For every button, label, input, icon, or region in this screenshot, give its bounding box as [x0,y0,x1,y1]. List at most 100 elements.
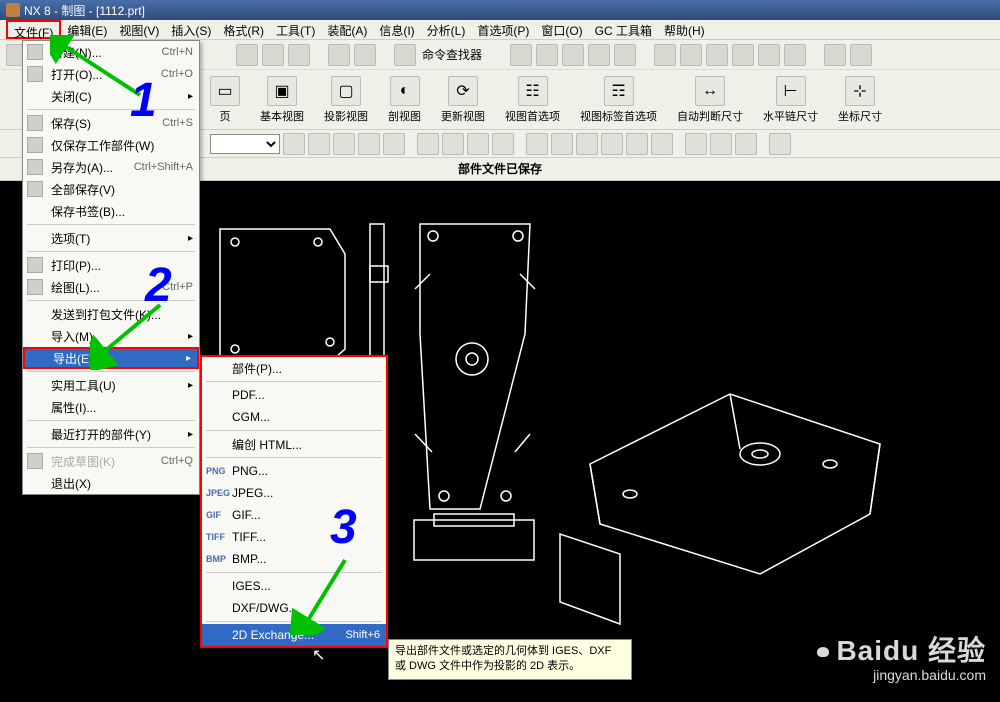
tb-sm-icon[interactable] [685,133,707,155]
file-menu-item[interactable]: 全部保存(V) [23,178,199,200]
file-menu-item[interactable]: 最近打开的部件(Y)▸ [23,423,199,445]
file-menu-item[interactable]: 新建(N)...Ctrl+N [23,41,199,63]
tb-icon[interactable] [262,44,284,66]
tb-sm-icon[interactable] [333,133,355,155]
tb-sm-icon[interactable] [601,133,623,155]
menu-4[interactable]: 格式(R) [217,20,270,39]
tb-save-icon[interactable] [510,44,532,66]
tb-icon[interactable] [236,44,258,66]
menu-5[interactable]: 工具(T) [270,20,321,39]
ribbon-item[interactable]: ⟳更新视图 [441,76,485,124]
menu-10[interactable]: 窗口(O) [535,20,588,39]
menu-shortcut: Ctrl+Q [161,455,193,467]
file-menu-item[interactable]: 打印(P)... [23,254,199,276]
file-menu-item[interactable]: 属性(I)... [23,396,199,418]
tb-sm-icon[interactable] [383,133,405,155]
export-submenu-item[interactable]: CGM... [202,406,386,428]
ribbon-item[interactable]: ▭页 [210,76,240,124]
tb-sm-icon[interactable] [551,133,573,155]
menu-3[interactable]: 插入(S) [165,20,217,39]
tb-sm-icon[interactable] [467,133,489,155]
file-menu-item[interactable]: 绘图(L)...Ctrl+P [23,276,199,298]
tb-sm-icon[interactable] [526,133,548,155]
tb-sm-icon[interactable] [710,133,732,155]
tb-icon[interactable] [706,44,728,66]
tb-icon[interactable] [654,44,676,66]
ribbon-label: 页 [220,108,231,124]
menu-6[interactable]: 装配(A) [321,20,373,39]
file-menu-item[interactable]: 仅保存工作部件(W) [23,134,199,156]
file-menu-item[interactable]: 保存(S)Ctrl+S [23,112,199,134]
menu-0[interactable]: 文件(F) [6,20,61,39]
menu-9[interactable]: 首选项(P) [471,20,535,39]
tb-sm-icon[interactable] [735,133,757,155]
tb-sm-icon[interactable] [576,133,598,155]
menu-2[interactable]: 视图(V) [113,20,165,39]
tb-sm-icon[interactable] [769,133,791,155]
export-submenu-item[interactable]: JPEGJPEG... [202,482,386,504]
export-submenu-item[interactable]: 编创 HTML... [202,433,386,455]
menu-1[interactable]: 编辑(E) [61,20,113,39]
tb-icon[interactable] [562,44,584,66]
title-bar: NX 8 - 制图 - [1112.prt] [0,0,1000,20]
tb-icon[interactable] [288,44,310,66]
tb-sm-icon[interactable] [442,133,464,155]
tb-sm-icon[interactable] [358,133,380,155]
menu-8[interactable]: 分析(L) [421,20,472,39]
ribbon-item[interactable]: ↔自动判断尺寸 [677,76,743,124]
export-submenu-item[interactable]: TIFFTIFF... [202,526,386,548]
tb-icon[interactable] [536,44,558,66]
ribbon-item[interactable]: ⊢水平链尺寸 [763,76,818,124]
ribbon-item[interactable]: ☷视图首选项 [505,76,560,124]
submenu-arrow-icon: ▸ [188,91,193,102]
export-submenu-item[interactable]: 部件(P)... [202,357,386,379]
export-submenu-item[interactable]: 2D Exchange...Shift+6 [202,624,386,646]
export-submenu-item[interactable]: GIFGIF... [202,504,386,526]
tb-icon[interactable] [680,44,702,66]
ribbon-item[interactable]: ▣基本视图 [260,76,304,124]
tb-icon[interactable] [588,44,610,66]
tb-icon[interactable] [784,44,806,66]
selection-filter-dropdown[interactable] [210,134,280,154]
file-menu-item[interactable]: 实用工具(U)▸ [23,374,199,396]
file-menu-item[interactable]: 保存书签(B)... [23,200,199,222]
tb-sm-icon[interactable] [417,133,439,155]
tb-sm-icon[interactable] [283,133,305,155]
export-submenu-item[interactable]: DXF/DWG... [202,597,386,619]
tb-finder-icon[interactable] [394,44,416,66]
file-menu-item[interactable]: 关闭(C)▸ [23,85,199,107]
menu-7[interactable]: 信息(I) [373,20,420,39]
export-submenu-item[interactable]: PNGPNG... [202,460,386,482]
file-menu-item[interactable]: 导出(E)▸ [23,347,199,369]
file-menu-item[interactable]: 退出(X) [23,472,199,494]
tb-undo-icon[interactable] [328,44,350,66]
ribbon-item[interactable]: ☶视图标签首选项 [580,76,657,124]
submenu-label: BMP... [232,552,266,566]
file-menu-item[interactable]: 选项(T)▸ [23,227,199,249]
tb-icon[interactable] [850,44,872,66]
export-submenu-item[interactable]: IGES... [202,575,386,597]
menu-12[interactable]: 帮助(H) [658,20,711,39]
tb-icon[interactable] [758,44,780,66]
file-menu-item[interactable]: 打开(O)...Ctrl+O [23,63,199,85]
file-menu-item[interactable]: 发送到打包文件(K)... [23,303,199,325]
ribbon-item[interactable]: ⊹坐标尺寸 [838,76,882,124]
export-submenu-item[interactable]: BMPBMP... [202,548,386,570]
window-title: NX 8 - 制图 - [1112.prt] [24,2,145,19]
tb-sm-icon[interactable] [492,133,514,155]
tb-icon[interactable] [732,44,754,66]
export-submenu-item[interactable]: PDF... [202,384,386,406]
menu-11[interactable]: GC 工具箱 [589,20,658,39]
ribbon-item[interactable]: ◐剖视图 [388,76,421,124]
tb-sm-icon[interactable] [626,133,648,155]
menu-item-icon [27,44,43,60]
file-menu-item[interactable]: 另存为(A)...Ctrl+Shift+A [23,156,199,178]
tb-icon[interactable] [614,44,636,66]
tb-sm-icon[interactable] [651,133,673,155]
file-menu-dropdown: 新建(N)...Ctrl+N打开(O)...Ctrl+O关闭(C)▸ 保存(S)C… [22,40,200,495]
tb-icon[interactable] [824,44,846,66]
tb-redo-icon[interactable] [354,44,376,66]
tb-sm-icon[interactable] [308,133,330,155]
ribbon-item[interactable]: ▢投影视图 [324,76,368,124]
file-menu-item[interactable]: 导入(M)▸ [23,325,199,347]
